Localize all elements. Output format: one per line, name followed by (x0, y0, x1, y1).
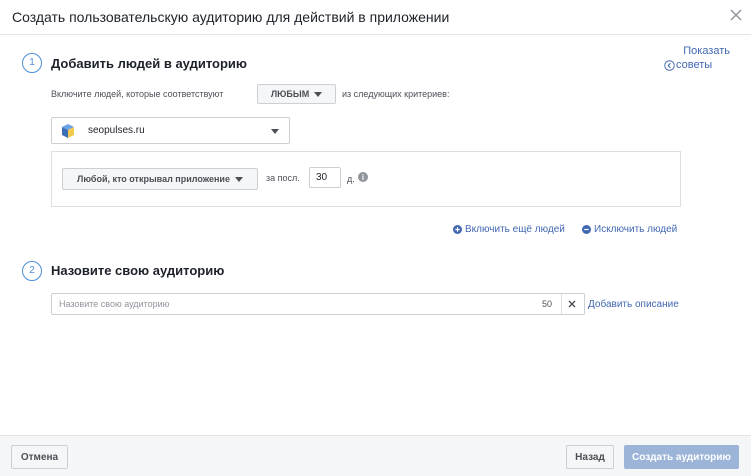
match-mode-dropdown[interactable]: ЛЮБЫМ (257, 84, 336, 104)
match-mode-label: ЛЮБЫМ (270, 89, 310, 99)
dialog-header: Создать пользовательскую аудиторию для д… (0, 0, 751, 35)
cancel-button[interactable]: Отмена (11, 445, 68, 469)
step-2-badge: 2 (22, 261, 42, 281)
create-app-audience-dialog: Создать пользовательскую аудиторию для д… (0, 0, 751, 476)
chevron-left-circle-icon (664, 59, 675, 71)
caret-down-icon (314, 91, 323, 97)
step-2-title: Назовите свою аудиторию (51, 263, 225, 278)
period-prefix: за посл. (266, 173, 300, 183)
close-icon[interactable] (728, 7, 744, 23)
include-more-people-link[interactable]: Включить ещё людей (453, 224, 565, 235)
audience-name-input[interactable] (52, 294, 558, 314)
event-type-dropdown[interactable]: Любой, кто открывал приложение (62, 168, 258, 190)
caret-down-icon (234, 176, 243, 182)
back-button[interactable]: Назад (566, 445, 614, 469)
app-select-dropdown[interactable]: seopulses.ru (51, 117, 290, 144)
create-audience-button[interactable]: Создать аудиторию (624, 445, 739, 469)
char-count: 50 (542, 299, 553, 309)
days-suffix: д. (347, 174, 355, 184)
app-cube-icon (62, 124, 74, 138)
show-tips-label-2: советы (676, 59, 713, 71)
caret-down-icon (271, 129, 279, 134)
app-name: seopulses.ru (88, 125, 145, 136)
step-1-badge: 1 (22, 53, 42, 73)
exclude-people-label: Исключить людей (594, 224, 678, 235)
exclude-people-link[interactable]: Исключить людей (582, 224, 677, 235)
include-more-people-label: Включить ещё людей (465, 224, 565, 235)
clear-icon[interactable] (566, 298, 578, 310)
step-1-title: Добавить людей в аудиторию (51, 56, 248, 71)
event-type-label: Любой, кто открывал приложение (77, 174, 230, 184)
dialog-title: Создать пользовательскую аудиторию для д… (12, 9, 450, 25)
show-tips-label: Показать (683, 45, 730, 57)
minus-circle-icon (582, 225, 591, 234)
plus-circle-icon (453, 225, 462, 234)
field-divider (561, 294, 562, 314)
include-criteria-prefix: Включите людей, которые соответствуют (51, 89, 224, 99)
days-input[interactable] (309, 167, 341, 188)
show-tips-link[interactable]: Показать советы (664, 44, 730, 72)
audience-name-field: 50 (51, 293, 585, 315)
info-icon[interactable] (358, 172, 368, 182)
add-description-link[interactable]: Добавить описание (588, 299, 679, 310)
include-criteria-suffix: из следующих критериев: (342, 89, 450, 99)
